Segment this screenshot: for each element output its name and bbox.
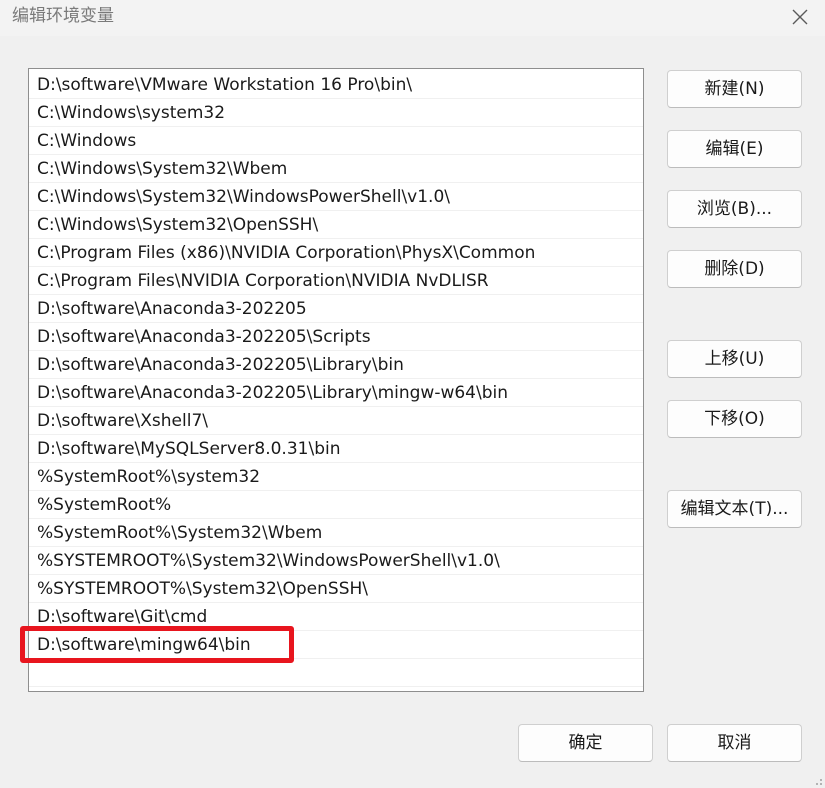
move-up-button[interactable]: 上移(U) bbox=[667, 340, 802, 378]
path-list-item[interactable]: C:\Windows bbox=[29, 127, 643, 155]
edit-text-button[interactable]: 编辑文本(T)... bbox=[667, 490, 802, 528]
browse-button[interactable]: 浏览(B)... bbox=[667, 190, 802, 228]
path-list-item[interactable]: %SYSTEMROOT%\System32\OpenSSH\ bbox=[29, 575, 643, 603]
path-list-item[interactable]: C:\Windows\System32\OpenSSH\ bbox=[29, 211, 643, 239]
path-list-item[interactable]: D:\software\Anaconda3-202205\Library\bin bbox=[29, 351, 643, 379]
path-list-item[interactable]: C:\Windows\System32\Wbem bbox=[29, 155, 643, 183]
delete-button[interactable]: 删除(D) bbox=[667, 250, 802, 288]
cancel-button[interactable]: 取消 bbox=[667, 724, 802, 762]
close-button[interactable] bbox=[783, 2, 817, 32]
path-list-item[interactable]: D:\software\Xshell7\ bbox=[29, 407, 643, 435]
path-list-item[interactable]: C:\Windows\System32\WindowsPowerShell\v1… bbox=[29, 183, 643, 211]
path-list-item[interactable]: C:\Windows\system32 bbox=[29, 99, 643, 127]
path-list-item[interactable]: C:\Program Files (x86)\NVIDIA Corporatio… bbox=[29, 239, 643, 267]
path-list-item[interactable]: %SystemRoot% bbox=[29, 491, 643, 519]
path-list-item[interactable]: %SystemRoot%\System32\Wbem bbox=[29, 519, 643, 547]
path-list-item[interactable]: %SystemRoot%\system32 bbox=[29, 463, 643, 491]
new-button[interactable]: 新建(N) bbox=[667, 70, 802, 108]
path-list-item[interactable]: D:\software\Git\cmd bbox=[29, 603, 643, 631]
path-list-item[interactable]: %SYSTEMROOT%\System32\WindowsPowerShell\… bbox=[29, 547, 643, 575]
move-down-button[interactable]: 下移(O) bbox=[667, 400, 802, 438]
edit-button[interactable]: 编辑(E) bbox=[667, 130, 802, 168]
ok-button[interactable]: 确定 bbox=[518, 724, 653, 762]
window-title: 编辑环境变量 bbox=[12, 6, 114, 26]
path-list-item[interactable] bbox=[29, 659, 643, 687]
path-list-item[interactable]: C:\Program Files\NVIDIA Corporation\NVID… bbox=[29, 267, 643, 295]
path-list-item[interactable]: D:\software\Anaconda3-202205 bbox=[29, 295, 643, 323]
path-list-item[interactable]: D:\software\VMware Workstation 16 Pro\bi… bbox=[29, 71, 643, 99]
path-list-item[interactable]: D:\software\mingw64\bin bbox=[29, 631, 643, 659]
title-bar[interactable]: 编辑环境变量 bbox=[0, 0, 825, 36]
close-icon bbox=[792, 9, 808, 25]
path-list-item[interactable]: D:\software\Anaconda3-202205\Scripts bbox=[29, 323, 643, 351]
path-list-item[interactable]: D:\software\Anaconda3-202205\Library\min… bbox=[29, 379, 643, 407]
path-list[interactable]: D:\software\VMware Workstation 16 Pro\bi… bbox=[28, 68, 644, 692]
edit-environment-variable-dialog: 编辑环境变量 D:\software\VMware Workstation 16… bbox=[0, 0, 825, 788]
path-list-item[interactable]: D:\software\MySQLServer8.0.31\bin bbox=[29, 435, 643, 463]
resize-grip-icon[interactable] bbox=[811, 774, 823, 786]
